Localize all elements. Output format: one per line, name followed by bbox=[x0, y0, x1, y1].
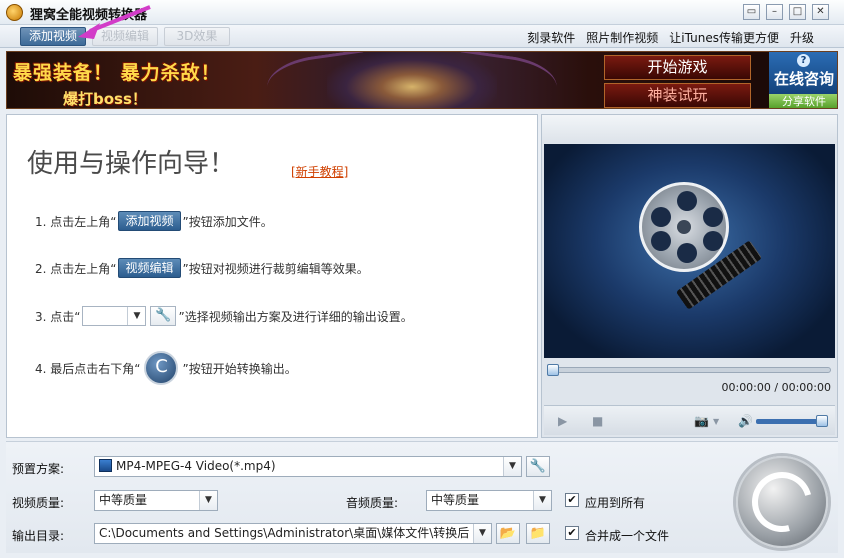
seek-bar[interactable] bbox=[547, 364, 831, 376]
banner-wing-right bbox=[454, 52, 560, 108]
volume-thumb[interactable] bbox=[816, 415, 828, 427]
video-format-icon bbox=[99, 459, 112, 472]
video-quality-label: 视频质量: bbox=[12, 496, 65, 510]
itunes-link[interactable]: 让iTunes传输更方便 bbox=[669, 29, 779, 46]
reel-hole bbox=[703, 231, 723, 251]
playback-controls: ▶ ■ 📷 ▼ 🔊 bbox=[544, 405, 835, 435]
add-video-button[interactable]: 添加视频 bbox=[20, 27, 86, 46]
step-video-edit-button[interactable]: 视频编辑 bbox=[118, 258, 181, 278]
step-text: 1. 点击左上角“ bbox=[35, 214, 117, 229]
skin-button[interactable]: ▭ bbox=[743, 4, 760, 20]
guide-title: 使用与操作向导！ bbox=[27, 149, 236, 179]
stop-icon[interactable]: ■ bbox=[592, 414, 603, 428]
chevron-down-icon: ▼ bbox=[199, 491, 217, 510]
online-consult-button[interactable]: ? 在线咨询 bbox=[769, 52, 837, 96]
audio-quality-select[interactable]: 中等质量 ▼ bbox=[426, 490, 552, 511]
step-text: 2. 点击左上角“ bbox=[35, 261, 117, 276]
close-button[interactable]: ✕ bbox=[812, 4, 829, 20]
start-game-button[interactable]: 开始游戏 bbox=[604, 55, 751, 80]
guide-panel: 使用与操作向导！ [新手教程] 1. 点击左上角“ 添加视频 ”按钮添加文件。 … bbox=[6, 114, 538, 438]
reel-hub bbox=[677, 220, 691, 234]
tutorial-link[interactable]: [新手教程] bbox=[291, 163, 348, 180]
3d-effect-button[interactable]: 3D效果 bbox=[164, 27, 230, 46]
upgrade-link[interactable]: 升级 bbox=[790, 29, 814, 46]
consult-label: 在线咨询 bbox=[773, 70, 834, 88]
try-gear-button[interactable]: 神装试玩 bbox=[604, 83, 751, 108]
reel-hole bbox=[651, 207, 671, 227]
speaker-icon[interactable]: 🔊 bbox=[738, 414, 753, 428]
preset-label: 预置方案: bbox=[12, 462, 65, 476]
output-dir-value: C:\Documents and Settings\Administrator\… bbox=[99, 526, 470, 540]
reel-hole bbox=[703, 207, 723, 227]
minimize-button[interactable]: – bbox=[766, 4, 783, 20]
video-edit-button[interactable]: 视频编辑 bbox=[92, 27, 158, 46]
guide-step-2: 2. 点击左上角“ 视频编辑 ”按钮对视频进行裁剪编辑等效果。 bbox=[35, 258, 369, 278]
reel-hole bbox=[677, 243, 697, 263]
audio-quality-label: 音频质量: bbox=[346, 496, 399, 510]
banner-headline: 暴强装备！ 暴力杀敌！ bbox=[13, 62, 221, 84]
convert-button[interactable] bbox=[736, 456, 828, 548]
convert-icon[interactable]: C bbox=[144, 351, 179, 385]
merge-checkbox[interactable]: ✔ bbox=[565, 526, 579, 540]
window-title: 狸窝全能视频转换器 bbox=[30, 8, 148, 23]
chevron-down-icon: ▼ bbox=[127, 307, 145, 325]
merge-label: 合并成一个文件 bbox=[585, 529, 670, 543]
step-text: ”按钮开始转换输出。 bbox=[182, 361, 297, 376]
maximize-button[interactable]: □ bbox=[789, 4, 806, 20]
folder-icon[interactable]: 📁 bbox=[526, 523, 550, 544]
preview-header bbox=[542, 115, 837, 143]
step-text: 3. 点击“ bbox=[35, 309, 81, 324]
video-quality-select[interactable]: 中等质量 ▼ bbox=[94, 490, 218, 511]
guide-step-1: 1. 点击左上角“ 添加视频 ”按钮添加文件。 bbox=[35, 211, 273, 231]
play-icon[interactable]: ▶ bbox=[558, 414, 567, 428]
guide-step-4: 4. 最后点击右下角“ C ”按钮开始转换输出。 bbox=[35, 351, 297, 385]
wrench-icon[interactable]: 🔧 bbox=[150, 306, 177, 326]
apply-all-label: 应用到所有 bbox=[585, 496, 646, 510]
share-software-button[interactable]: 分享软件 bbox=[769, 94, 837, 108]
ad-banner[interactable]: 暴强装备！ 暴力杀敌！ 爆打boss！ 开始游戏 神装试玩 ? 在线咨询 分享软… bbox=[6, 51, 838, 109]
reel-hole bbox=[651, 231, 671, 251]
apply-all-checkbox[interactable]: ✔ bbox=[565, 493, 579, 507]
preset-value: MP4-MPEG-4 Video(*.mp4) bbox=[116, 459, 276, 473]
convert-icon bbox=[741, 461, 823, 543]
toolbar: 添加视频 视频编辑 3D效果 刻录软件 照片制作视频 让iTunes传输更方便 … bbox=[0, 25, 844, 48]
chevron-down-icon: ▼ bbox=[503, 457, 521, 476]
title-bar: 狸窝全能视频转换器 ▭ – □ ✕ bbox=[0, 0, 844, 25]
step-text: ”选择视频输出方案及进行详细的输出设置。 bbox=[178, 309, 413, 324]
top-links: 刻录软件 照片制作视频 让iTunes传输更方便 升级 bbox=[527, 29, 814, 46]
step-text: ”按钮添加文件。 bbox=[182, 214, 273, 229]
output-dir-select[interactable]: C:\Documents and Settings\Administrator\… bbox=[94, 523, 492, 544]
app-logo-icon bbox=[6, 4, 23, 21]
chevron-down-icon: ▼ bbox=[473, 524, 491, 543]
photo-video-link[interactable]: 照片制作视频 bbox=[586, 29, 658, 46]
reel-hole bbox=[677, 191, 697, 211]
banner-subline: 爆打boss！ bbox=[63, 90, 147, 108]
time-display: 00:00:00 / 00:00:00 bbox=[721, 381, 831, 394]
audio-quality-value: 中等质量 bbox=[431, 493, 480, 507]
output-dir-label: 输出目录: bbox=[12, 529, 65, 543]
burn-software-link[interactable]: 刻录软件 bbox=[527, 29, 575, 46]
film-reel-icon bbox=[639, 182, 729, 272]
wrench-icon[interactable]: 🔧 bbox=[526, 456, 550, 477]
folder-open-icon[interactable]: 📂 bbox=[496, 523, 520, 544]
settings-area: 预置方案: MP4-MPEG-4 Video(*.mp4) ▼ 🔧 视频质量: … bbox=[6, 441, 838, 553]
preview-panel: 00:00:00 / 00:00:00 ▶ ■ 📷 ▼ 🔊 bbox=[541, 114, 838, 438]
seek-thumb[interactable] bbox=[547, 364, 559, 376]
preset-select[interactable]: MP4-MPEG-4 Video(*.mp4) ▼ bbox=[94, 456, 522, 477]
step-add-video-button[interactable]: 添加视频 bbox=[118, 211, 181, 231]
video-preview bbox=[544, 144, 835, 358]
guide-step-3: 3. 点击“ ▼ 🔧 ”选择视频输出方案及进行详细的输出设置。 bbox=[35, 306, 413, 326]
step-text: 4. 最后点击右下角“ bbox=[35, 361, 141, 376]
video-quality-value: 中等质量 bbox=[99, 493, 148, 507]
help-icon: ? bbox=[797, 54, 810, 67]
step-preset-select[interactable]: ▼ bbox=[82, 306, 147, 326]
snapshot-icon[interactable]: 📷 bbox=[694, 414, 709, 428]
chevron-down-icon[interactable]: ▼ bbox=[713, 417, 719, 426]
chevron-down-icon: ▼ bbox=[533, 491, 551, 510]
volume-slider[interactable] bbox=[756, 415, 828, 427]
step-text: ”按钮对视频进行裁剪编辑等效果。 bbox=[182, 261, 369, 276]
